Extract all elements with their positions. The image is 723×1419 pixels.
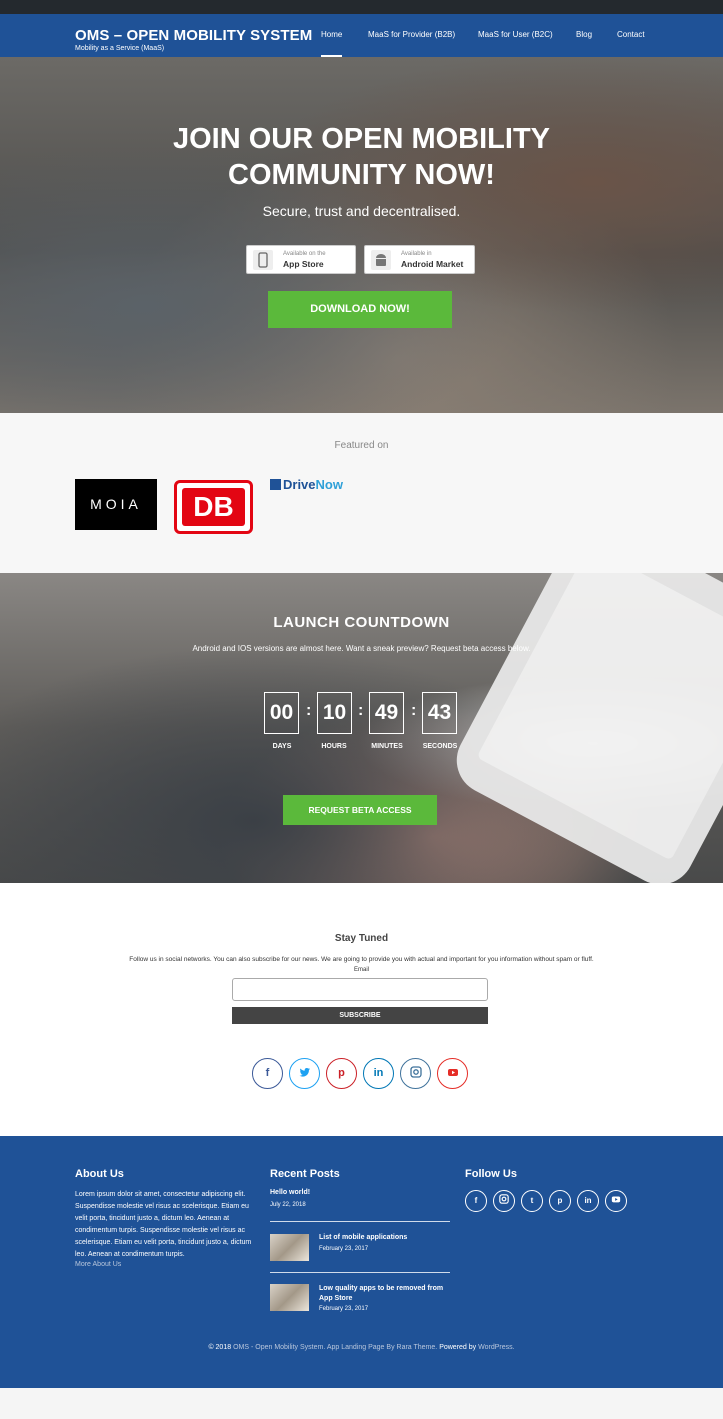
site-tagline: Mobility as a Service (MaaS) bbox=[75, 45, 165, 52]
linkedin-icon[interactable]: in bbox=[577, 1190, 599, 1212]
youtube-icon[interactable] bbox=[605, 1190, 627, 1212]
bottom-strip bbox=[0, 1388, 723, 1419]
post-date: February 23, 2017 bbox=[319, 1246, 369, 1252]
post-thumbnail[interactable] bbox=[270, 1284, 309, 1311]
countdown-title: LAUNCH COUNTDOWN bbox=[273, 614, 450, 631]
android-market-button[interactable]: Available in Android Market bbox=[364, 245, 475, 274]
label-seconds: SECONDS bbox=[422, 743, 458, 750]
drivenow-now: Now bbox=[315, 477, 343, 492]
app-store-small: Available on the bbox=[283, 251, 326, 257]
facebook-icon[interactable]: f bbox=[252, 1058, 283, 1089]
app-store-button[interactable]: Available on the App Store bbox=[246, 245, 356, 274]
instagram-icon[interactable] bbox=[493, 1190, 515, 1212]
hero-title-line1: JOIN OUR OPEN MOBILITY bbox=[172, 123, 551, 155]
nav-contact[interactable]: Contact bbox=[617, 30, 645, 57]
nav-maas-provider[interactable]: MaaS for Provider (B2B) bbox=[368, 30, 455, 57]
copyright: © 2018 OMS - Open Mobility System. App L… bbox=[0, 1344, 723, 1351]
email-input[interactable] bbox=[232, 978, 488, 1001]
android-small: Available in bbox=[401, 251, 432, 257]
youtube-icon[interactable] bbox=[437, 1058, 468, 1089]
hero-subtitle: Secure, trust and decentralised. bbox=[262, 203, 461, 219]
copyright-theme-link[interactable]: App Landing Page By Rara Theme. bbox=[327, 1344, 437, 1351]
copyright-powered: Powered by bbox=[439, 1344, 477, 1351]
pinterest-icon[interactable]: p bbox=[549, 1190, 571, 1212]
post-date: July 22, 2018 bbox=[270, 1202, 306, 1208]
db-logo[interactable]: DB bbox=[174, 480, 253, 534]
wordpress-link[interactable]: WordPress. bbox=[478, 1344, 514, 1351]
nav-home[interactable]: Home bbox=[321, 30, 343, 57]
hero-title-line2: COMMUNITY NOW! bbox=[228, 159, 495, 191]
label-minutes: MINUTES bbox=[371, 743, 403, 750]
recent-posts-title: Recent Posts bbox=[270, 1168, 340, 1180]
stay-tuned-title: Stay Tuned bbox=[334, 933, 389, 944]
linkedin-icon[interactable]: in bbox=[363, 1058, 394, 1089]
countdown-days: 00 bbox=[264, 692, 299, 734]
twitter-icon[interactable] bbox=[289, 1058, 320, 1089]
featured-section: Featured on MOIA DB DriveNow bbox=[0, 413, 723, 573]
android-big: Android Market bbox=[401, 259, 464, 269]
db-logo-text: DB bbox=[182, 488, 245, 526]
subscribe-button[interactable]: SUBSCRIBE bbox=[232, 1007, 488, 1024]
download-now-button[interactable]: DOWNLOAD NOW! bbox=[268, 291, 452, 328]
site-title[interactable]: OMS – OPEN MOBILITY SYSTEM bbox=[75, 27, 312, 44]
countdown-seconds: 43 bbox=[422, 692, 457, 734]
copyright-year: © 2018 bbox=[208, 1344, 232, 1351]
about-title: About Us bbox=[75, 1168, 124, 1180]
site-header: OMS – OPEN MOBILITY SYSTEM Mobility as a… bbox=[0, 14, 723, 57]
countdown-colon: : bbox=[358, 702, 364, 719]
label-days: DAYS bbox=[272, 743, 292, 750]
moia-logo[interactable]: MOIA bbox=[75, 479, 157, 530]
drivenow-mark-icon bbox=[270, 479, 281, 490]
top-strip bbox=[0, 0, 723, 14]
stay-tuned-section: Stay Tuned Follow us in social networks.… bbox=[0, 883, 723, 1136]
hero-title: JOIN OUR OPEN MOBILITY COMMUNITY NOW! bbox=[0, 121, 723, 193]
twitter-icon[interactable]: t bbox=[521, 1190, 543, 1212]
post-title[interactable]: Hello world! bbox=[270, 1188, 310, 1198]
post-divider bbox=[270, 1221, 450, 1222]
countdown-minutes: 49 bbox=[369, 692, 404, 734]
apple-phone-icon bbox=[253, 250, 273, 270]
hero-section: JOIN OUR OPEN MOBILITY COMMUNITY NOW! Se… bbox=[0, 57, 723, 413]
countdown-colon: : bbox=[306, 702, 312, 719]
countdown-hours: 10 bbox=[317, 692, 352, 734]
countdown-colon: : bbox=[411, 702, 417, 719]
post-divider bbox=[270, 1272, 450, 1273]
android-icon bbox=[371, 250, 391, 270]
follow-title: Follow Us bbox=[465, 1168, 517, 1180]
site-footer: About Us Lorem ipsum dolor sit amet, con… bbox=[0, 1136, 723, 1388]
pinterest-icon[interactable]: p bbox=[326, 1058, 357, 1089]
post-thumbnail[interactable] bbox=[270, 1234, 309, 1261]
post-title[interactable]: Low quality apps to be removed from App … bbox=[319, 1284, 454, 1304]
drivenow-drive: Drive bbox=[283, 477, 316, 492]
nav-maas-user[interactable]: MaaS for User (B2C) bbox=[478, 30, 553, 57]
label-hours: HOURS bbox=[321, 743, 347, 750]
app-store-big: App Store bbox=[283, 259, 324, 269]
about-text: Lorem ipsum dolor sit amet, consectetur … bbox=[75, 1191, 252, 1258]
instagram-icon[interactable] bbox=[400, 1058, 431, 1089]
more-about-link[interactable]: More About Us bbox=[75, 1261, 121, 1268]
countdown-section: LAUNCH COUNTDOWN Android and IOS version… bbox=[0, 573, 723, 883]
drivenow-logo[interactable]: DriveNow bbox=[270, 477, 343, 492]
countdown-subtitle: Android and IOS versions are almost here… bbox=[192, 644, 531, 653]
post-title[interactable]: List of mobile applications bbox=[319, 1233, 407, 1243]
featured-title: Featured on bbox=[334, 440, 389, 451]
post-date: February 23, 2017 bbox=[319, 1306, 369, 1312]
request-beta-button[interactable]: REQUEST BETA ACCESS bbox=[283, 795, 437, 825]
facebook-icon[interactable]: f bbox=[465, 1190, 487, 1212]
email-label: Email bbox=[353, 967, 369, 973]
nav-blog[interactable]: Blog bbox=[576, 30, 592, 57]
stay-tuned-text: Follow us in social networks. You can al… bbox=[129, 956, 594, 963]
copyright-site-link[interactable]: OMS - Open Mobility System. bbox=[233, 1344, 325, 1351]
